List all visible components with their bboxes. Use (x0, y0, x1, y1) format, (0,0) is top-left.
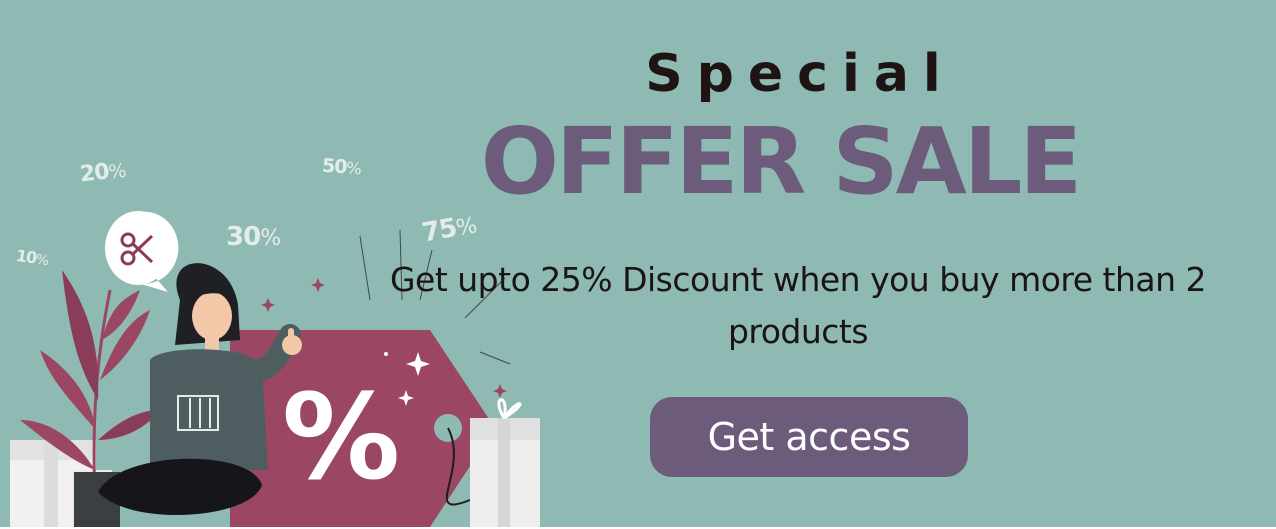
promo-banner: % 20% 50% 30% 75% 10% Special OFFER SALE… (0, 0, 1276, 527)
floating-percent-20: 20% (78, 159, 127, 188)
floating-percent-30: 30% (226, 222, 281, 252)
get-access-button[interactable]: Get access (650, 397, 968, 477)
tag-percent-symbol: % (282, 368, 400, 506)
scissors-icon (105, 211, 179, 292)
headline-offer-sale: OFFER SALE (480, 108, 1083, 215)
headline-special: Special (645, 44, 955, 104)
discount-description: Get upto 25% Discount when you buy more … (389, 260, 1207, 351)
gift-box-icon (470, 398, 540, 527)
floating-percent-50: 50% (321, 154, 362, 179)
